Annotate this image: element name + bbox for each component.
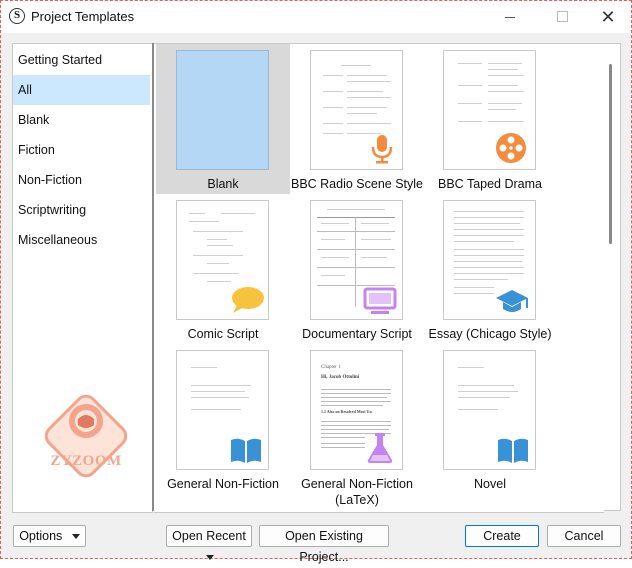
template-label: Blank: [207, 177, 239, 191]
template-label: BBC Radio Scene Style: [290, 177, 423, 191]
flask-icon: [367, 433, 393, 463]
preview-section-text: 1.1 Also on Resolved Most Un: [321, 409, 372, 414]
template-label: General Non-Fiction: [167, 477, 279, 491]
microphone-icon: [371, 135, 393, 164]
template-preview: [176, 200, 269, 320]
template-grid-scrollbar[interactable]: [604, 43, 621, 511]
sidebar-item-blank[interactable]: Blank: [13, 105, 150, 135]
template-tile-general-non-fiction[interactable]: General Non-Fiction: [156, 344, 290, 494]
template-preview: [176, 350, 269, 470]
zyzoom-watermark-logo: ZYZOOM: [31, 381, 141, 491]
scrivener-app-icon: S: [9, 8, 25, 24]
project-templates-dialog: S Project Templates ✕ Getting Started Al…: [0, 0, 632, 564]
graduation-cap-icon: [496, 290, 528, 312]
open-recent-label: Open Recent: [172, 529, 246, 543]
sidebar-item-scriptwriting[interactable]: Scriptwriting: [13, 195, 150, 225]
sidebar-item-getting-started[interactable]: Getting Started: [13, 45, 150, 75]
template-label: Novel: [474, 477, 506, 491]
dropdown-arrow-icon: [71, 534, 80, 540]
watermark-text: ZYZOOM: [50, 453, 122, 469]
sidebar-item-miscellaneous[interactable]: Miscellaneous: [13, 225, 150, 255]
template-tile-essay-chicago-style[interactable]: Essay (Chicago Style): [423, 194, 557, 344]
sidebar-item-fiction[interactable]: Fiction: [13, 135, 150, 165]
template-preview: [443, 50, 536, 170]
template-label: Comic Script: [187, 327, 259, 341]
book-icon: [231, 438, 261, 463]
template-grid: Blank BBC Radio Scene Style BBC Taped Dr…: [154, 43, 604, 513]
minimize-icon: [505, 17, 515, 18]
template-tile-novel[interactable]: Novel: [423, 344, 557, 494]
template-label: BBC Taped Drama: [438, 177, 542, 191]
close-button[interactable]: ✕: [585, 1, 631, 33]
template-label: Documentary Script: [302, 327, 412, 341]
create-button[interactable]: Create: [465, 525, 539, 547]
template-preview: [310, 50, 403, 170]
template-preview: [443, 200, 536, 320]
minimize-button[interactable]: [487, 1, 533, 33]
options-label: Options: [19, 529, 63, 543]
film-reel-icon: [496, 133, 526, 163]
preview-heading-text: Hi, Jacob Ottolini: [321, 375, 360, 380]
speech-bubble-icon: [232, 287, 264, 313]
maximize-button: [539, 1, 585, 33]
template-tile-comic-script[interactable]: Comic Script: [156, 194, 290, 344]
template-preview: [310, 200, 403, 320]
scrollbar-thumb[interactable]: [609, 64, 612, 244]
title-bar: S Project Templates ✕: [1, 1, 631, 33]
dropdown-arrow-icon: [206, 555, 214, 561]
template-tile-blank[interactable]: Blank: [156, 44, 290, 194]
monitor-icon: [363, 287, 397, 314]
window-title: Project Templates: [31, 9, 135, 24]
template-tile-bbc-taped-drama[interactable]: BBC Taped Drama: [423, 44, 557, 194]
book-icon: [498, 438, 528, 463]
open-recent-button[interactable]: Open Recent: [166, 525, 252, 561]
template-preview: [443, 350, 536, 470]
preview-chapter-text: Chapter 1: [321, 365, 341, 370]
open-existing-project-button[interactable]: Open Existing Project...: [259, 525, 389, 564]
template-tile-general-non-fiction-latex[interactable]: Chapter 1 Hi, Jacob Ottolini 1.1 Also on…: [290, 344, 424, 507]
template-tile-documentary-script[interactable]: Documentary Script: [290, 194, 424, 344]
sidebar-item-all[interactable]: All: [13, 75, 150, 105]
maximize-icon: [557, 11, 568, 22]
template-label: General Non-Fiction (LaTeX): [301, 477, 413, 507]
watermark-diamond-icon: [44, 394, 128, 478]
cancel-button[interactable]: Cancel: [547, 525, 621, 547]
sidebar-item-non-fiction[interactable]: Non-Fiction: [13, 165, 150, 195]
options-button[interactable]: Options: [13, 525, 86, 547]
template-preview: Chapter 1 Hi, Jacob Ottolini 1.1 Also on…: [310, 350, 403, 470]
template-label: Essay (Chicago Style): [428, 327, 552, 341]
template-preview-blank: [176, 50, 269, 170]
category-sidebar: Getting Started All Blank Fiction Non-Fi…: [12, 43, 153, 513]
template-tile-bbc-radio-scene-style[interactable]: BBC Radio Scene Style: [290, 44, 424, 194]
